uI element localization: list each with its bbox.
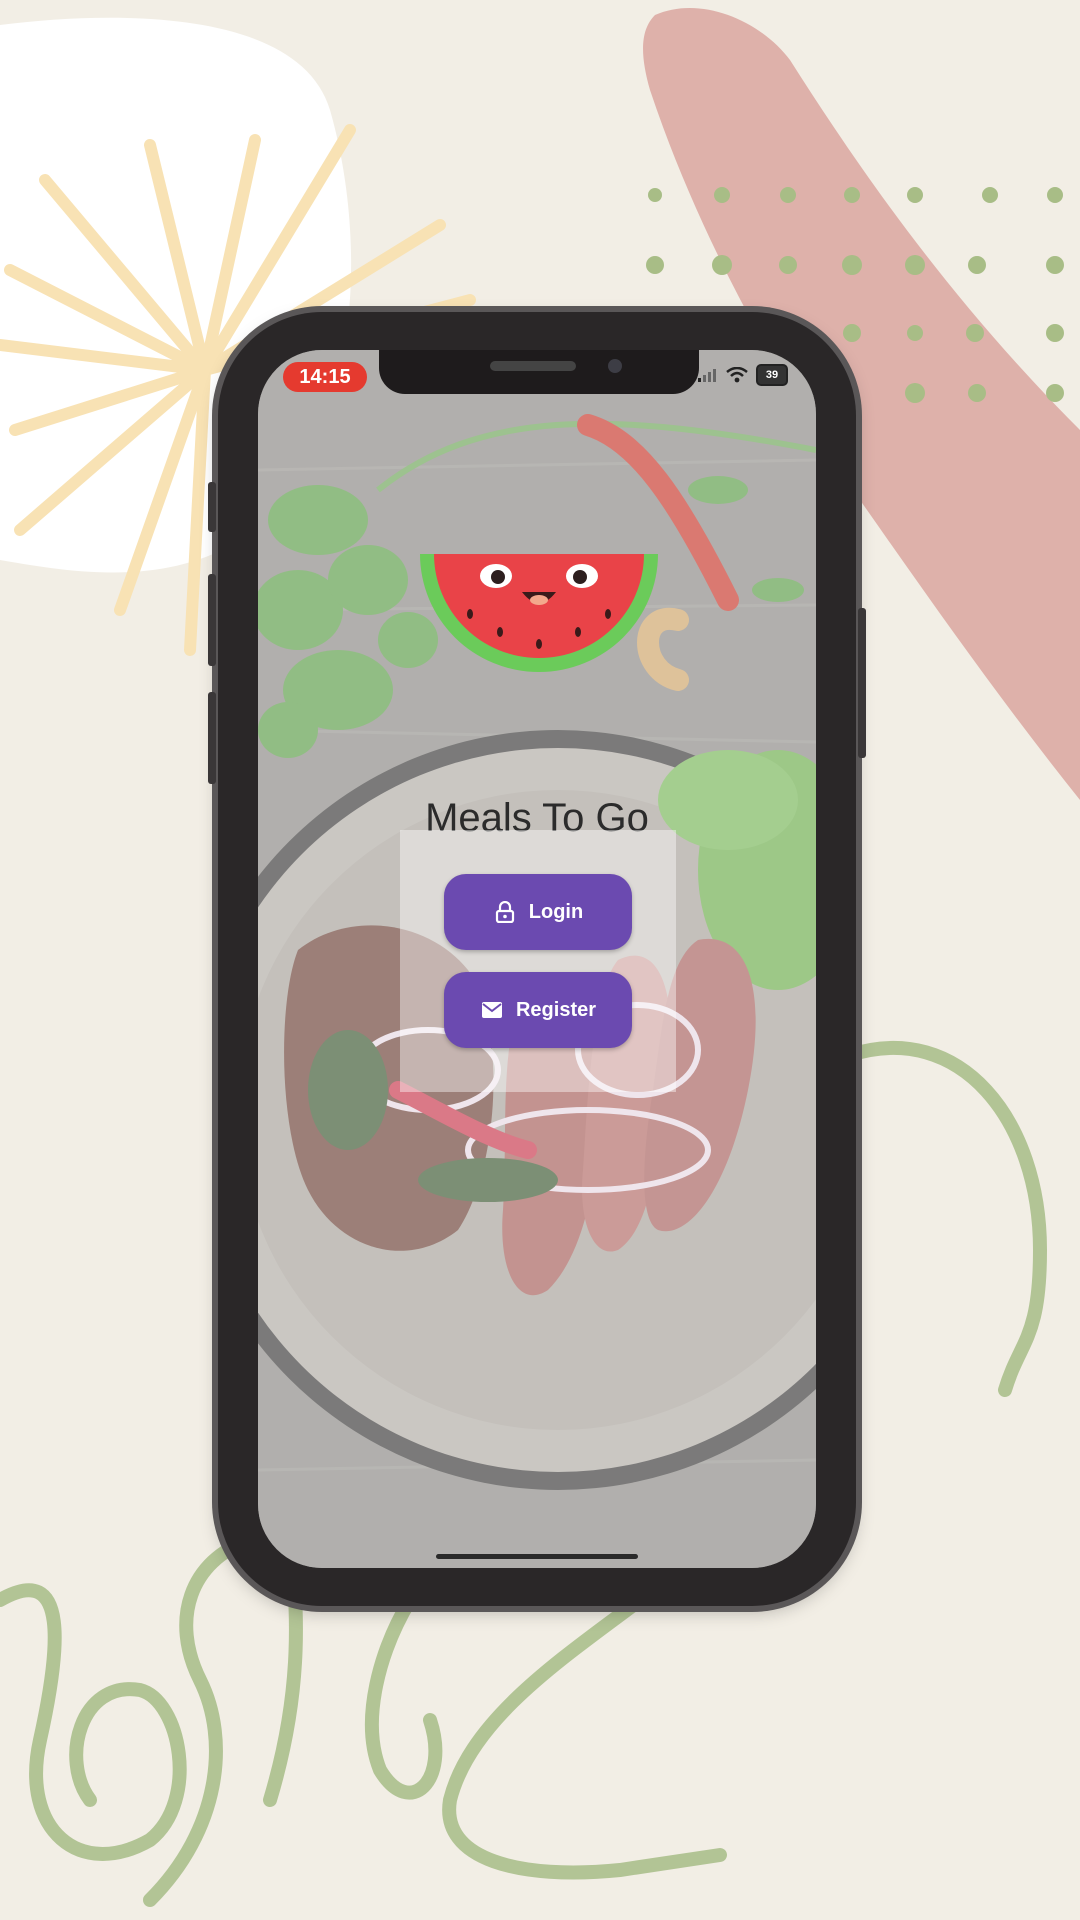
battery-icon: 39 xyxy=(756,364,788,386)
wifi-icon xyxy=(726,367,748,383)
login-button-label: Login xyxy=(528,900,584,923)
home-indicator[interactable] xyxy=(436,1554,638,1559)
login-button[interactable]: Login xyxy=(444,874,632,950)
speaker-grille xyxy=(490,361,576,371)
email-icon xyxy=(480,998,504,1022)
phone-mockup: 14:15 39 Meals To Go Login Register xyxy=(208,312,866,1606)
volume-up-button xyxy=(208,574,216,666)
app-screen: 14:15 39 Meals To Go Login Register xyxy=(258,350,816,1568)
status-time: 14:15 xyxy=(283,362,367,392)
notch xyxy=(379,350,699,394)
status-icons: 39 xyxy=(698,364,788,386)
register-button[interactable]: Register xyxy=(444,972,632,1048)
register-button-label: Register xyxy=(515,998,597,1021)
mute-switch xyxy=(208,482,216,532)
watermelon-icon xyxy=(420,554,658,672)
power-button xyxy=(858,608,866,758)
volume-down-button xyxy=(208,692,216,784)
lock-icon xyxy=(493,900,517,924)
front-camera xyxy=(608,359,622,373)
account-card xyxy=(400,830,676,1092)
signal-icon xyxy=(698,369,716,382)
